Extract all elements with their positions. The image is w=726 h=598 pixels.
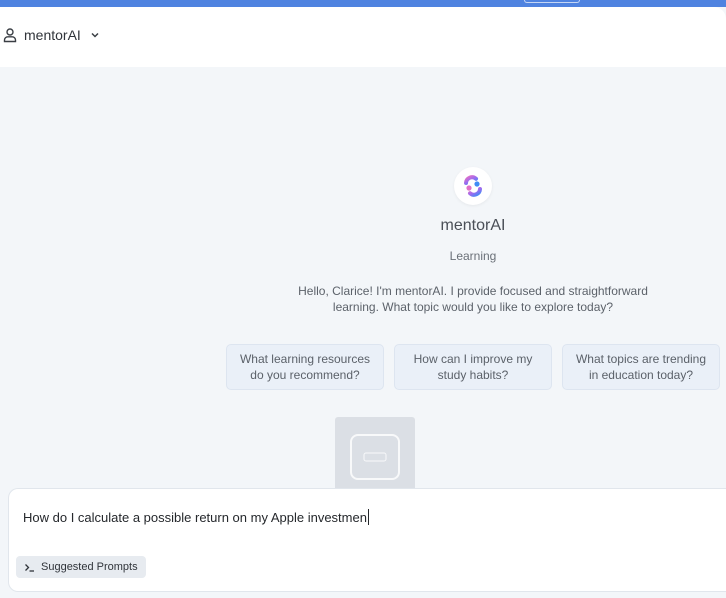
user-icon — [2, 27, 18, 43]
message-input-text: How do I calculate a possible return on … — [23, 510, 367, 525]
app-frame: mentorAI mentorAI Learning Hello, Claric… — [0, 0, 726, 598]
message-input[interactable]: How do I calculate a possible return on … — [23, 509, 713, 529]
chat-area: mentorAI Learning Hello, Clarice! I'm me… — [0, 67, 726, 497]
top-accent-bar — [0, 0, 726, 7]
terminal-icon — [24, 562, 35, 573]
chevron-down-icon — [89, 29, 101, 41]
app-tile-icon — [350, 434, 400, 480]
suggestion-card-learning-resources[interactable]: What learning resources do you recommend… — [226, 344, 384, 390]
top-bar-tab — [524, 0, 580, 3]
suggestion-card-study-habits[interactable]: How can I improve my study habits? — [394, 344, 552, 390]
suggestion-card-trending-topics[interactable]: What topics are trending in education to… — [562, 344, 720, 390]
mentor-title: mentorAI — [440, 217, 506, 234]
header: mentorAI — [0, 7, 726, 67]
message-composer: How do I calculate a possible return on … — [8, 488, 726, 592]
mentorai-logo-icon — [454, 167, 492, 205]
suggested-prompts-button[interactable]: Suggested Prompts — [16, 556, 146, 578]
greeting-message: Hello, Clarice! I'm mentorAI. I provide … — [298, 284, 648, 314]
app-name: mentorAI — [24, 27, 81, 43]
app-switcher[interactable]: mentorAI — [0, 24, 101, 46]
mentor-subtitle: Learning — [449, 249, 497, 263]
suggested-prompts-label: Suggested Prompts — [41, 561, 138, 573]
drag-preview-overlay — [335, 417, 415, 497]
text-caret — [367, 509, 369, 525]
